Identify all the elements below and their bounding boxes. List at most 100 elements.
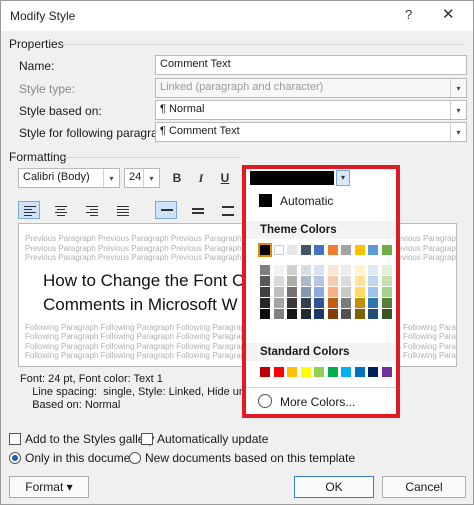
- format-button[interactable]: Format ▾: [9, 476, 89, 498]
- theme-shade-swatch[interactable]: [381, 276, 392, 286]
- style-based-on-select[interactable]: ¶ Normal ▾: [155, 100, 467, 120]
- align-right-button[interactable]: [80, 201, 102, 219]
- theme-shade-swatch[interactable]: [273, 298, 284, 308]
- theme-shade-swatch[interactable]: [368, 276, 378, 286]
- auto-update-checkbox[interactable]: [141, 433, 153, 445]
- theme-shade-swatch[interactable]: [381, 309, 392, 319]
- theme-shade-swatch[interactable]: [341, 298, 351, 308]
- theme-shade-swatch[interactable]: [314, 287, 324, 297]
- theme-shade-swatch[interactable]: [260, 309, 270, 319]
- standard-color-swatch[interactable]: [368, 367, 378, 377]
- ok-button[interactable]: OK: [294, 476, 374, 498]
- theme-shade-swatch[interactable]: [341, 287, 351, 297]
- theme-shade-swatch[interactable]: [273, 265, 284, 275]
- theme-shade-swatch[interactable]: [314, 309, 324, 319]
- add-to-gallery-checkbox[interactable]: [9, 433, 21, 445]
- standard-color-swatch[interactable]: [354, 367, 365, 377]
- theme-shade-swatch[interactable]: [260, 265, 270, 275]
- one-half-spacing-button[interactable]: [186, 201, 208, 219]
- theme-color-swatch[interactable]: [273, 245, 284, 255]
- theme-color-swatch[interactable]: [258, 243, 272, 257]
- theme-shade-swatch[interactable]: [327, 309, 338, 319]
- theme-color-swatch[interactable]: [300, 245, 311, 255]
- theme-shade-swatch[interactable]: [273, 309, 284, 319]
- theme-shade-swatch[interactable]: [287, 309, 297, 319]
- single-spacing-button[interactable]: [155, 201, 177, 219]
- theme-shade-swatch[interactable]: [300, 265, 311, 275]
- theme-shade-swatch[interactable]: [287, 265, 297, 275]
- font-size-select[interactable]: 24 ▾: [124, 168, 160, 188]
- theme-shade-swatch[interactable]: [287, 298, 297, 308]
- theme-shade-swatch[interactable]: [368, 287, 378, 297]
- theme-shade-swatch[interactable]: [314, 298, 324, 308]
- double-spacing-button[interactable]: [216, 201, 238, 219]
- bold-button[interactable]: B: [168, 169, 186, 187]
- standard-color-swatch[interactable]: [260, 367, 270, 377]
- theme-shade-swatch[interactable]: [273, 276, 284, 286]
- close-icon[interactable]: ✕: [442, 5, 455, 23]
- new-documents-radio[interactable]: [129, 452, 141, 464]
- style-type-select[interactable]: Linked (paragraph and character) ▾: [155, 78, 467, 98]
- theme-shade-swatch[interactable]: [368, 298, 378, 308]
- underline-button[interactable]: U: [216, 169, 234, 187]
- more-colors-option[interactable]: More Colors...: [280, 395, 355, 409]
- automatic-option[interactable]: Automatic: [280, 194, 333, 208]
- theme-shade-swatch[interactable]: [354, 265, 365, 275]
- theme-shade-swatch[interactable]: [341, 265, 351, 275]
- theme-shade-swatch[interactable]: [300, 298, 311, 308]
- style-following-select[interactable]: ¶ Comment Text ▾: [155, 122, 467, 142]
- theme-shade-swatch[interactable]: [341, 276, 351, 286]
- theme-shade-swatch[interactable]: [314, 276, 324, 286]
- help-button[interactable]: ?: [405, 7, 412, 22]
- theme-shade-swatch[interactable]: [260, 287, 270, 297]
- font-select[interactable]: Calibri (Body) ▾: [18, 168, 120, 188]
- standard-color-swatch[interactable]: [381, 367, 392, 377]
- theme-shade-swatch[interactable]: [300, 309, 311, 319]
- standard-color-swatch[interactable]: [287, 367, 297, 377]
- theme-shade-swatch[interactable]: [287, 276, 297, 286]
- theme-shade-swatch[interactable]: [314, 265, 324, 275]
- theme-shade-swatch[interactable]: [287, 287, 297, 297]
- align-left-button[interactable]: [18, 201, 40, 219]
- theme-shade-swatch[interactable]: [368, 309, 378, 319]
- theme-shade-swatch[interactable]: [260, 276, 270, 286]
- standard-color-swatch[interactable]: [273, 367, 284, 377]
- theme-shade-swatch[interactable]: [260, 298, 270, 308]
- theme-shade-swatch[interactable]: [354, 309, 365, 319]
- standard-color-swatch[interactable]: [341, 367, 351, 377]
- align-center-button[interactable]: [49, 201, 71, 219]
- justify-button[interactable]: [111, 201, 133, 219]
- theme-color-swatch[interactable]: [368, 245, 378, 255]
- theme-color-swatch[interactable]: [287, 245, 297, 255]
- theme-color-swatch[interactable]: [341, 245, 351, 255]
- theme-shade-swatch[interactable]: [354, 287, 365, 297]
- theme-shade-swatch[interactable]: [381, 265, 392, 275]
- theme-shade-swatch[interactable]: [273, 287, 284, 297]
- theme-shade-swatch[interactable]: [381, 287, 392, 297]
- automatic-swatch[interactable]: [259, 194, 272, 207]
- theme-color-swatch[interactable]: [314, 245, 324, 255]
- standard-color-swatch[interactable]: [314, 367, 324, 377]
- theme-color-swatch[interactable]: [381, 245, 392, 255]
- name-field[interactable]: Comment Text: [155, 55, 467, 75]
- theme-shade-swatch[interactable]: [327, 276, 338, 286]
- standard-color-swatch[interactable]: [300, 367, 311, 377]
- theme-color-swatch[interactable]: [327, 245, 338, 255]
- theme-shade-swatch[interactable]: [354, 298, 365, 308]
- theme-shade-swatch[interactable]: [354, 276, 365, 286]
- theme-shade-swatch[interactable]: [341, 309, 351, 319]
- standard-color-swatch[interactable]: [327, 367, 338, 377]
- theme-shade-swatch[interactable]: [300, 287, 311, 297]
- cancel-button[interactable]: Cancel: [382, 476, 466, 498]
- theme-shade-swatch[interactable]: [327, 265, 338, 275]
- only-this-document-radio[interactable]: [9, 452, 21, 464]
- font-color-current[interactable]: [250, 171, 334, 185]
- theme-shade-swatch[interactable]: [300, 276, 311, 286]
- theme-shade-swatch[interactable]: [327, 298, 338, 308]
- theme-shade-swatch[interactable]: [327, 287, 338, 297]
- chevron-down-icon[interactable]: ▾: [336, 170, 350, 186]
- theme-color-swatch[interactable]: [354, 245, 365, 255]
- italic-button[interactable]: I: [192, 169, 210, 187]
- theme-shade-swatch[interactable]: [381, 298, 392, 308]
- theme-shade-swatch[interactable]: [368, 265, 378, 275]
